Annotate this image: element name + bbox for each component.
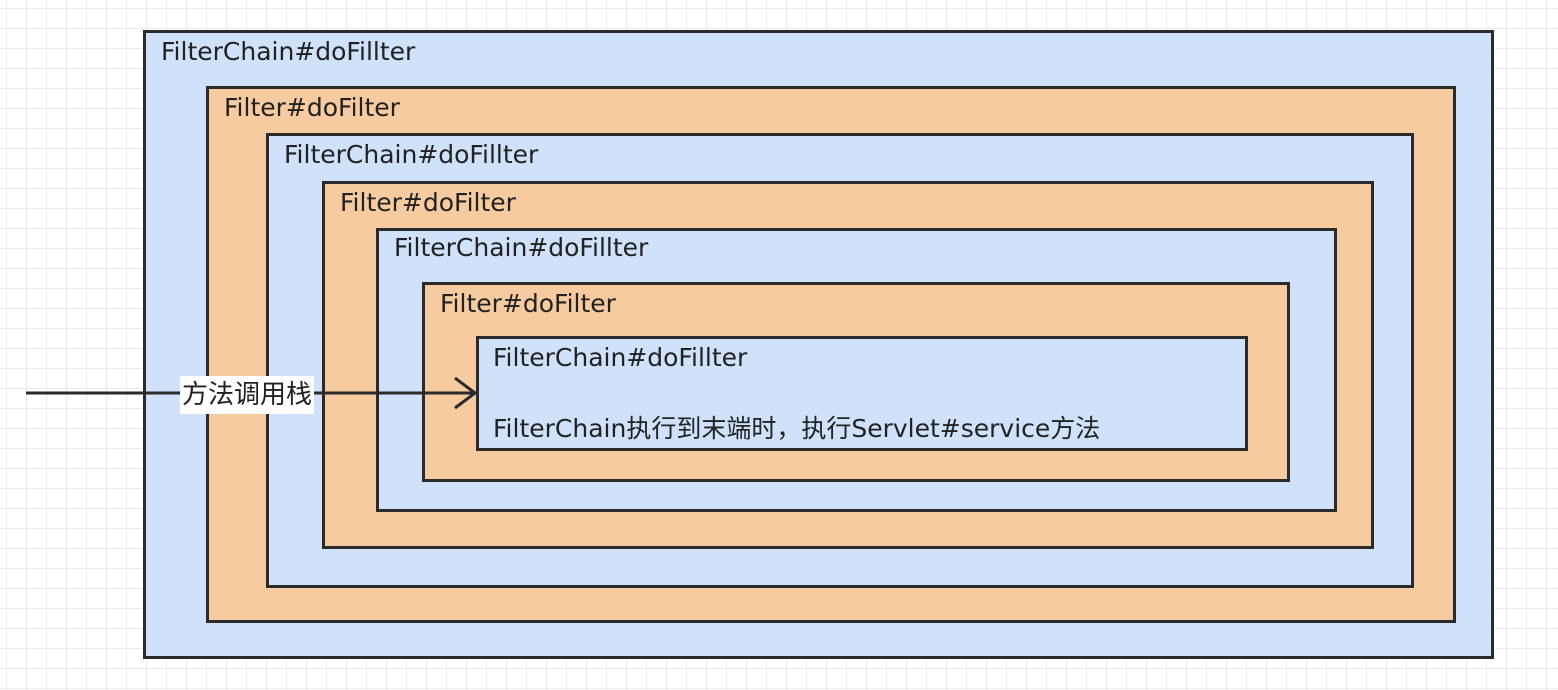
call-stack-arrow <box>26 376 477 410</box>
call-stack-label: 方法调用栈 <box>180 376 315 414</box>
